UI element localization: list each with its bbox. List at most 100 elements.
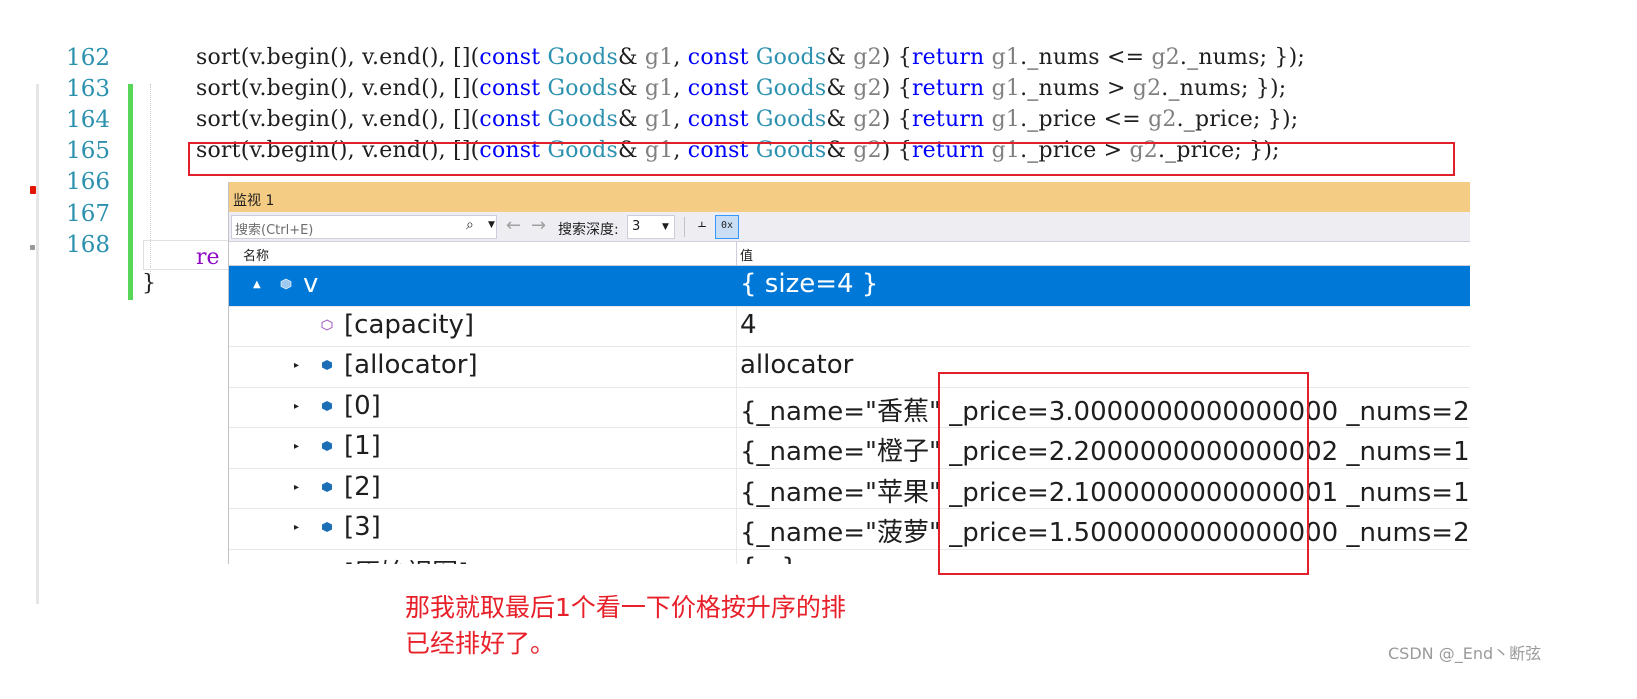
type-name: Goods	[547, 76, 618, 101]
param: g2	[853, 45, 882, 70]
code-line[interactable]: sort(v.begin(), v.end(), [](const Goods&…	[196, 76, 1286, 101]
variable-icon	[322, 400, 332, 411]
column-divider[interactable]	[736, 242, 737, 266]
code-highlight-annotation	[188, 142, 1455, 176]
field-icon	[321, 318, 333, 331]
keyword: const	[479, 107, 541, 132]
column-divider	[736, 387, 737, 427]
param: g2	[1151, 45, 1180, 70]
search-depth-select[interactable]: 3 ▼	[627, 215, 675, 239]
type-name: Goods	[547, 45, 618, 70]
column-divider	[736, 509, 737, 549]
code-text: ,	[673, 107, 688, 132]
column-divider	[736, 549, 737, 564]
collapse-icon[interactable]: ▲	[253, 279, 261, 290]
keyword: return	[911, 76, 985, 101]
watch-row-selected[interactable]: ▲ v { size=4 }	[229, 266, 1470, 307]
code-text: &	[617, 45, 645, 70]
code-text: sort(v.begin(), v.end(), [](	[196, 76, 480, 101]
line-number: 165	[66, 138, 110, 164]
return-keyword: re	[196, 245, 220, 270]
code-text: ._nums; });	[1179, 45, 1306, 70]
watch-row[interactable]: [capacity] 4	[229, 306, 1470, 347]
keyword: const	[479, 76, 541, 101]
line-number: 163	[66, 76, 110, 102]
keyword: return	[911, 45, 985, 70]
watch-row-value: 4	[740, 309, 757, 340]
keyword: const	[687, 107, 749, 132]
expand-icon[interactable]: ▸	[294, 522, 299, 533]
code-text: ._nums; });	[1161, 76, 1287, 101]
watch-toolbar: 搜索(Ctrl+E) ⌕ ▼ ← → 搜索深度: 3 ▼ ⫠ 0x	[229, 212, 1470, 242]
code-text: ) {	[881, 45, 912, 70]
param: g1	[991, 107, 1021, 132]
search-input[interactable]: 搜索(Ctrl+E) ⌕ ▼	[231, 215, 497, 239]
code-line[interactable]: sort(v.begin(), v.end(), [](const Goods&…	[196, 45, 1305, 70]
variable-icon	[322, 441, 332, 451]
keyword: const	[479, 45, 541, 70]
gutter	[36, 84, 39, 604]
param: g1	[991, 45, 1021, 70]
search-depth-label: 搜索深度:	[558, 222, 619, 238]
code-text: &	[617, 76, 645, 101]
column-divider	[736, 347, 737, 387]
param: g2	[853, 76, 882, 101]
breakpoint-marker[interactable]	[30, 186, 36, 194]
expand-icon[interactable]: ▸	[294, 482, 299, 493]
code-text: &	[826, 45, 854, 70]
line-number: 164	[66, 107, 110, 133]
annotation-line: 那我就取最后1个看一下价格按升序的排	[405, 593, 846, 622]
line-number: 168	[66, 232, 110, 258]
code-text: sort(v.begin(), v.end(), [](	[196, 45, 480, 70]
line-number: 167	[66, 201, 110, 227]
forward-arrow-icon[interactable]: →	[531, 215, 546, 236]
expand-icon[interactable]: ▸	[294, 401, 299, 412]
hex-display-button[interactable]: 0x	[715, 215, 739, 239]
line-number: 166	[66, 169, 110, 195]
expand-icon[interactable]: ▸	[294, 360, 299, 371]
watch-row-name: [allocator]	[344, 350, 478, 380]
variable-icon	[322, 360, 332, 370]
chevron-down-icon: ▼	[662, 222, 669, 232]
change-tracking-bar	[128, 84, 133, 300]
code-text: ) {	[881, 107, 912, 132]
type-name: Goods	[755, 107, 827, 132]
search-depth-value: 3	[632, 219, 641, 234]
code-text: ._price <=	[1020, 107, 1149, 132]
column-name-header[interactable]: 名称	[243, 245, 269, 264]
dropdown-icon[interactable]: ▼	[488, 220, 495, 230]
collapse-marker[interactable]	[30, 245, 35, 250]
toolbar-separator	[684, 217, 685, 237]
watch-title[interactable]: 监视 1	[229, 182, 1470, 212]
expand-icon[interactable]: ▸	[294, 441, 299, 452]
watch-row-name: [3]	[344, 512, 381, 542]
variable-icon	[322, 522, 332, 532]
code-text: &	[826, 76, 854, 101]
column-divider	[736, 266, 737, 306]
closing-brace: }	[142, 271, 156, 296]
param: g2	[853, 107, 882, 132]
search-placeholder: 搜索(Ctrl+E)	[235, 223, 314, 238]
type-name: Goods	[547, 107, 618, 132]
code-line[interactable]: sort(v.begin(), v.end(), [](const Goods&…	[196, 107, 1298, 132]
variable-icon	[280, 278, 292, 290]
back-arrow-icon[interactable]: ←	[506, 215, 521, 236]
column-divider	[736, 468, 737, 508]
watch-row-name: [原始视图]	[344, 553, 468, 565]
search-icon[interactable]: ⌕	[466, 217, 474, 233]
code-text: ._price; });	[1176, 107, 1299, 132]
code-text: ) {	[881, 76, 912, 101]
variable-icon	[322, 481, 332, 492]
pin-icon[interactable]: ⫠	[692, 215, 712, 237]
code-text: sort(v.begin(), v.end(), [](	[196, 107, 480, 132]
code-text: ,	[673, 76, 688, 101]
keyword: const	[687, 45, 749, 70]
type-name: Goods	[755, 45, 827, 70]
code-text: &	[617, 107, 645, 132]
watch-row-value: {...}	[740, 553, 798, 565]
column-value-header[interactable]: 值	[740, 245, 753, 264]
price-highlight-annotation	[938, 372, 1309, 575]
column-divider	[736, 306, 737, 346]
